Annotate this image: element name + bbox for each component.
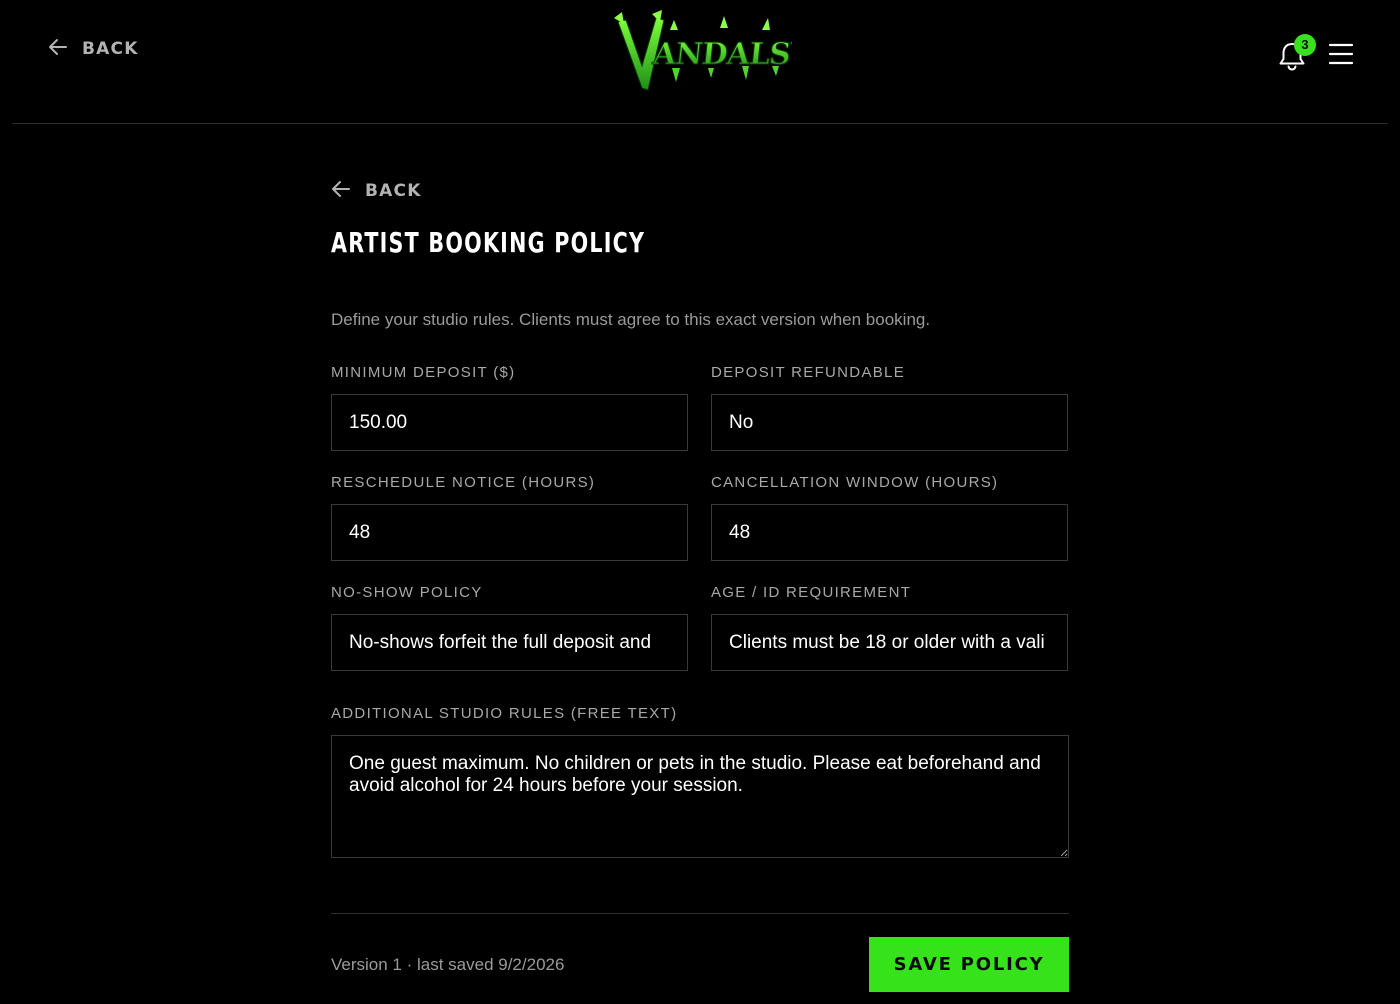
no-show-policy-input[interactable] (331, 614, 688, 671)
hamburger-menu-icon (1328, 43, 1354, 70)
footer-divider (331, 913, 1069, 914)
top-header: BACK ANDALSYN 3 (12, 0, 1388, 124)
additional-rules-label: ADDITIONAL STUDIO RULES (FREE TEXT) (331, 705, 678, 722)
cancellation-window-input[interactable] (711, 504, 1068, 561)
deposit-refundable-label: DEPOSIT REFUNDABLE (711, 364, 905, 381)
cancellation-window-label: CANCELLATION WINDOW (HOURS) (711, 474, 999, 491)
header-back-button[interactable]: BACK (48, 38, 139, 60)
no-show-policy-label: NO-SHOW POLICY (331, 584, 483, 601)
bell-icon (1277, 43, 1307, 76)
main-menu-button[interactable] (1328, 42, 1354, 66)
svg-text:ANDALSYN: ANDALSYN (650, 37, 792, 72)
arrow-left-icon (48, 38, 68, 60)
min-deposit-label: MINIMUM DEPOSIT ($) (331, 364, 516, 381)
reschedule-notice-input[interactable] (331, 504, 688, 561)
age-requirement-label: AGE / ID REQUIREMENT (711, 584, 912, 601)
save-policy-button[interactable]: SAVE POLICY (869, 937, 1069, 992)
additional-rules-textarea[interactable]: One guest maximum. No children or pets i… (331, 735, 1069, 858)
arrow-left-icon (331, 180, 351, 202)
page-back-label: BACK (365, 181, 422, 201)
page-title: ARTIST BOOKING POLICY (331, 226, 646, 259)
notification-count-badge: 3 (1294, 34, 1316, 56)
brand-logo[interactable]: ANDALSYN (612, 8, 840, 96)
version-status: Version 1 · last saved 9/2/2026 (331, 955, 565, 974)
header-back-label: BACK (82, 39, 139, 59)
page-intro: Define your studio rules. Clients must a… (331, 310, 931, 329)
page-back-button[interactable]: BACK (331, 180, 422, 202)
min-deposit-input[interactable] (331, 394, 688, 451)
age-requirement-input[interactable] (711, 614, 1068, 671)
reschedule-notice-label: RESCHEDULE NOTICE (HOURS) (331, 474, 596, 491)
deposit-refundable-input[interactable] (711, 394, 1068, 451)
